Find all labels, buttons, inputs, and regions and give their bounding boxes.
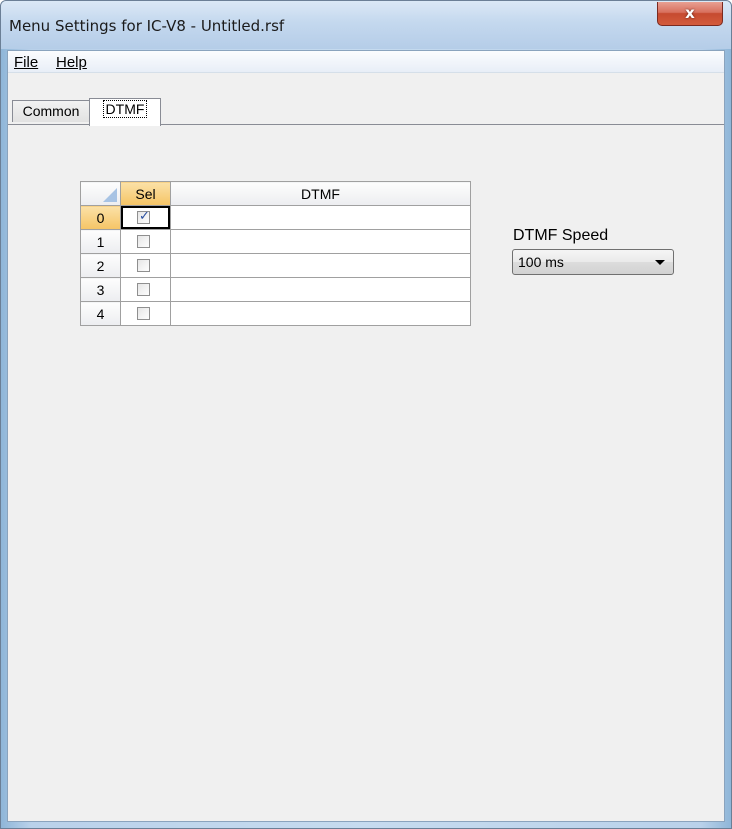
sel-cell[interactable]: [120, 229, 171, 254]
app-window: Menu Settings for IC-V8 - Untitled.rsf x…: [0, 0, 732, 829]
table-row: 3: [80, 277, 471, 302]
table-row: 0 ✓: [80, 205, 471, 230]
menu-help[interactable]: Help: [56, 54, 87, 71]
window-title: Menu Settings for IC-V8 - Untitled.rsf: [9, 17, 285, 35]
tab-common[interactable]: Common: [12, 100, 90, 122]
close-button[interactable]: x: [657, 2, 723, 26]
title-bar[interactable]: Menu Settings for IC-V8 - Untitled.rsf x: [1, 1, 731, 49]
dtmf-speed-dropdown[interactable]: 100 ms: [512, 249, 674, 275]
dtmf-cell[interactable]: [170, 253, 471, 278]
row-header[interactable]: 3: [80, 277, 121, 302]
column-header-dtmf[interactable]: DTMF: [170, 181, 471, 206]
row-header[interactable]: 2: [80, 253, 121, 278]
sel-checkbox[interactable]: [137, 307, 150, 320]
sel-cell[interactable]: [120, 301, 171, 326]
sel-checkbox[interactable]: [137, 235, 150, 248]
menu-file[interactable]: File: [14, 54, 38, 71]
client-area: File Help Common DTMF Sel DTMF 0 ✓ 1 2 3…: [7, 50, 725, 822]
dtmf-cell[interactable]: [170, 301, 471, 326]
menu-file-label: File: [14, 54, 39, 71]
dtmf-cell[interactable]: [170, 205, 471, 230]
table-row: 1: [80, 229, 471, 254]
corner-triangle-icon: [103, 188, 117, 202]
sel-checkbox[interactable]: [137, 283, 150, 296]
grid-header-row: Sel DTMF: [80, 181, 471, 206]
menu-bar: File Help: [8, 51, 724, 73]
menu-help-label: Help: [56, 54, 87, 71]
dtmf-cell[interactable]: [170, 277, 471, 302]
dtmf-speed-label: DTMF Speed: [513, 227, 609, 244]
dtmf-speed-value: 100 ms: [518, 254, 564, 270]
row-header[interactable]: 4: [80, 301, 121, 326]
sel-cell[interactable]: ✓: [120, 205, 171, 230]
column-header-sel[interactable]: Sel: [120, 181, 171, 206]
sel-cell[interactable]: [120, 277, 171, 302]
sel-checkbox[interactable]: [137, 259, 150, 272]
tab-common-label: Common: [22, 103, 80, 119]
sel-cell[interactable]: [120, 253, 171, 278]
chevron-down-icon: [655, 260, 665, 265]
grid-corner-select-all[interactable]: [80, 181, 121, 206]
table-row: 4: [80, 301, 471, 326]
dtmf-grid[interactable]: Sel DTMF 0 ✓ 1 2 3 4: [80, 181, 471, 326]
tab-dtmf[interactable]: DTMF: [89, 98, 161, 126]
table-row: 2: [80, 253, 471, 278]
row-header[interactable]: 0: [80, 205, 121, 230]
row-header[interactable]: 1: [80, 229, 121, 254]
dtmf-cell[interactable]: [170, 229, 471, 254]
checkmark-icon: ✓: [139, 209, 150, 224]
close-icon: x: [685, 4, 695, 22]
tab-dtmf-label: DTMF: [102, 100, 148, 118]
sel-checkbox[interactable]: ✓: [137, 209, 150, 224]
